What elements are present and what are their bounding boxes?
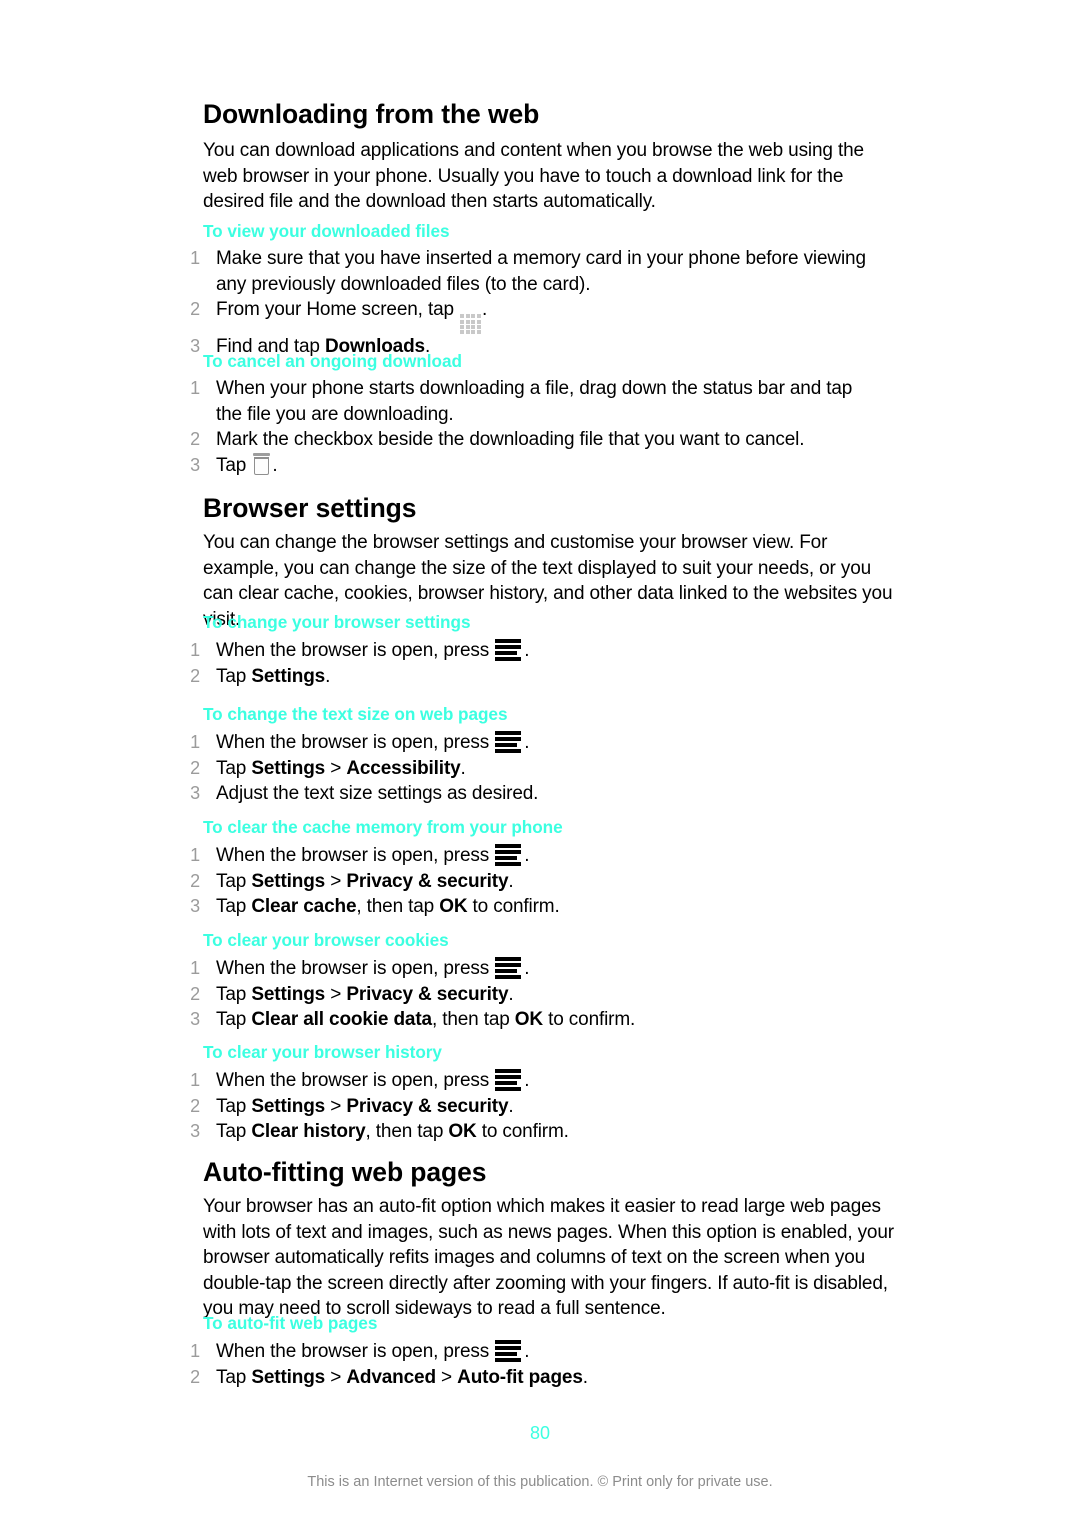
procedure-step: 1 When your phone starts downloading a fi… <box>178 376 878 427</box>
step-number: 1 <box>190 845 200 865</box>
emphasis-text: Settings <box>251 665 326 687</box>
procedure-heading-clear-cookies: To clear your browser cookies <box>203 930 449 950</box>
procedure-step: 2 From your Home screen, tap . <box>178 297 878 335</box>
section-paragraph-auto-fitting: Your browser has an auto-fit option whic… <box>203 1196 894 1320</box>
procedure-heading-cancel-download: To cancel an ongoing download <box>203 351 462 371</box>
step-number: 3 <box>190 1009 200 1030</box>
step-number: 1 <box>190 1341 200 1361</box>
procedure-step: 1 When the browser is open, press . <box>178 1068 878 1094</box>
emphasis-text: Clear cache <box>251 896 357 918</box>
procedure-steps-cancel-download: 1 When your phone starts downloading a fi… <box>178 376 878 478</box>
emphasis-text: Privacy & security <box>346 983 509 1005</box>
emphasis-text: Privacy & security <box>346 1095 509 1117</box>
trash-icon <box>253 452 271 476</box>
emphasis-text: Accessibility <box>346 757 461 779</box>
step-number: 2 <box>190 1095 200 1116</box>
section-title-downloading: Downloading from the web <box>203 99 540 129</box>
emphasis-text: Settings <box>251 757 326 779</box>
procedure-step: 3 Tap Clear history, then tap OK to confi… <box>178 1119 878 1145</box>
procedure-step: 3 Tap . <box>178 452 878 479</box>
step-number: 1 <box>190 958 200 978</box>
step-number: 3 <box>190 454 200 475</box>
section-title-auto-fitting: Auto-fitting web pages <box>203 1157 487 1187</box>
emphasis-text: Clear history <box>251 1121 366 1143</box>
menu-icon <box>495 844 523 866</box>
step-number: 3 <box>190 336 200 357</box>
emphasis-text: OK <box>439 896 468 918</box>
procedure-step: 1 When the browser is open, press . <box>178 843 878 869</box>
procedure-heading-auto-fit-web-pages: To auto-fit web pages <box>203 1313 378 1333</box>
step-number: 2 <box>190 299 200 320</box>
step-number: 3 <box>190 783 200 804</box>
procedure-step: 2 Tap Settings > Advanced > Auto-fit page… <box>178 1365 878 1391</box>
procedure-step: 2 Tap Settings > Privacy & security. <box>178 1094 878 1120</box>
step-number: 2 <box>190 983 200 1004</box>
emphasis-text: Advanced <box>346 1366 436 1388</box>
step-number: 2 <box>190 665 200 686</box>
procedure-step: 1 When the browser is open, press . <box>178 956 878 982</box>
step-number: 1 <box>190 640 200 660</box>
procedure-step: 1 When the browser is open, press . <box>178 638 878 664</box>
emphasis-text: Settings <box>251 983 326 1005</box>
footer-copyright-note: This is an Internet version of this publ… <box>307 1474 773 1490</box>
menu-icon <box>495 731 523 753</box>
section-paragraph-downloading: You can download applications and conten… <box>203 140 864 213</box>
procedure-heading-view-downloaded-files: To view your downloaded files <box>203 221 450 241</box>
emphasis-text: Settings <box>251 1095 326 1117</box>
step-number: 2 <box>190 429 200 450</box>
step-number: 1 <box>190 732 200 752</box>
emphasis-text: Clear all cookie data <box>251 1009 432 1031</box>
procedure-step: 2 Tap Settings > Privacy & security. <box>178 982 878 1008</box>
menu-icon <box>495 957 523 979</box>
step-number: 1 <box>190 378 200 398</box>
emphasis-text: Settings <box>251 870 326 892</box>
procedure-steps-auto-fit-web-pages: 1 When the browser is open, press . 2 Tap S… <box>178 1339 878 1390</box>
step-number: 1 <box>190 1070 200 1090</box>
procedure-step: 1 Make sure that you have inserted a memo… <box>178 246 878 297</box>
menu-icon <box>495 1340 523 1362</box>
procedure-heading-clear-cache: To clear the cache memory from your phon… <box>203 817 563 837</box>
step-number: 2 <box>190 870 200 891</box>
emphasis-text: OK <box>514 1009 543 1031</box>
page-number: 80 <box>529 1423 551 1443</box>
step-number: 3 <box>190 896 200 917</box>
emphasis-text: OK <box>448 1121 477 1143</box>
procedure-step: 1 When the browser is open, press . <box>178 1339 878 1365</box>
emphasis-text: Settings <box>251 1366 326 1388</box>
procedure-heading-change-text-size: To change the text size on web pages <box>203 704 508 724</box>
menu-icon <box>495 639 523 661</box>
procedure-step: 2 Tap Settings. <box>178 664 878 690</box>
procedure-steps-clear-history: 1 When the browser is open, press . 2 Tap S… <box>178 1068 878 1145</box>
procedure-steps-clear-cookies: 1 When the browser is open, press . 2 Tap S… <box>178 956 878 1033</box>
app-grid-icon <box>460 314 482 335</box>
procedure-steps-change-browser-settings: 1 When the browser is open, press . 2 Tap S… <box>178 638 878 689</box>
emphasis-text: Auto-fit pages <box>457 1366 583 1388</box>
procedure-step: 1 When the browser is open, press . <box>178 730 878 756</box>
procedure-steps-clear-cache: 1 When the browser is open, press . 2 Tap S… <box>178 843 878 920</box>
procedure-step: 2 Tap Settings > Privacy & security. <box>178 869 878 895</box>
document-page: Downloading from the web You can downloa… <box>0 0 1080 1527</box>
procedure-steps-view-downloaded-files: 1 Make sure that you have inserted a memo… <box>178 246 878 360</box>
procedure-step: 3 Adjust the text size settings as desire… <box>178 781 878 807</box>
step-number: 2 <box>190 1366 200 1387</box>
step-number: 1 <box>190 248 200 268</box>
procedure-steps-change-text-size: 1 When the browser is open, press . 2 Tap S… <box>178 730 878 807</box>
procedure-heading-clear-history: To clear your browser history <box>203 1042 442 1062</box>
procedure-step: 2 Tap Settings > Accessibility. <box>178 756 878 782</box>
procedure-heading-change-browser-settings: To change your browser settings <box>203 612 471 632</box>
procedure-step: 3 Tap Clear cache, then tap OK to confirm… <box>178 894 878 920</box>
step-number: 3 <box>190 1121 200 1142</box>
section-title-browser-settings: Browser settings <box>203 493 417 523</box>
procedure-step: 3 Tap Clear all cookie data, then tap OK … <box>178 1007 878 1033</box>
step-number: 2 <box>190 757 200 778</box>
menu-icon <box>495 1069 523 1091</box>
procedure-step: 2 Mark the checkbox beside the downloadin… <box>178 427 878 453</box>
emphasis-text: Privacy & security <box>346 870 509 892</box>
